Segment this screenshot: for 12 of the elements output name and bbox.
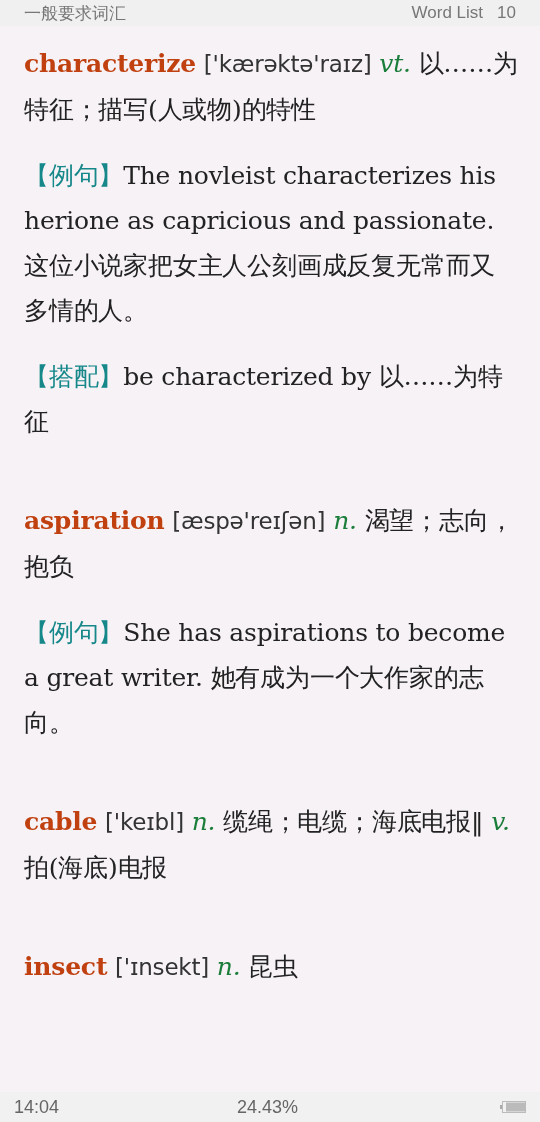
example-text: 【搭配】be characterized by 以……为特征 xyxy=(24,361,504,438)
example-text: 【例句】She has aspirations to become a great writer. 她有成为一个大作家的志向。 xyxy=(24,617,507,739)
definition-text: characterize ['kærəktə'raɪz] vt. 以……为特征；描写(人或物)的特性 xyxy=(24,48,518,126)
list-name: Word List xyxy=(411,3,484,23)
clock-time: 14:04 xyxy=(14,1096,61,1118)
definition-text: cable ['keɪbl] n. 缆绳；电缆；海底电报‖ v. 拍(海底)电报 xyxy=(24,806,511,884)
definition-text: insect ['ɪnsekt] n. 昆虫 xyxy=(24,951,299,983)
book-title: 一般要求词汇 xyxy=(24,2,126,25)
definition-text: aspiration [æspə'reɪʃən] n. 渴望；志向，抱负 xyxy=(24,505,515,583)
list-number: 10 xyxy=(497,3,516,23)
example-text: 【例句】The novleist characterizes his herione as capricious and passionate. 这位小说家把女主人公刻画成反复无常而又多情的人。 xyxy=(24,160,497,327)
battery-icon xyxy=(500,1101,526,1113)
